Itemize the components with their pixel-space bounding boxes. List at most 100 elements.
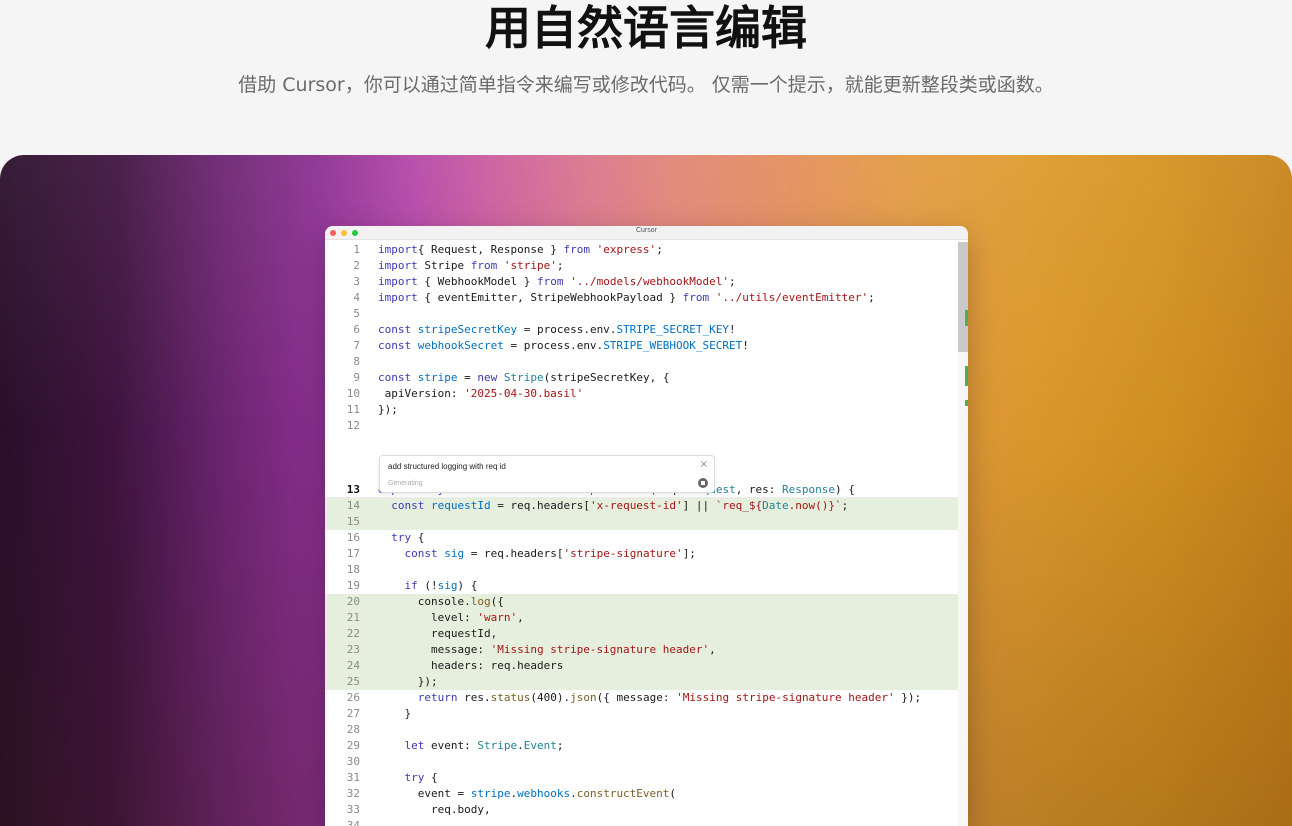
line-number: 32 [346, 787, 360, 800]
code-token: console. [378, 595, 471, 608]
code-line[interactable]: 27 } [325, 706, 968, 722]
code-token: ] || [682, 499, 716, 512]
code-token: ; [868, 291, 875, 304]
line-number: 21 [346, 611, 360, 624]
line-number: 26 [346, 691, 360, 704]
code-line[interactable]: 16 try { [325, 530, 968, 546]
stop-icon[interactable] [698, 478, 708, 488]
code-line[interactable]: 21 level: 'warn', [325, 610, 968, 626]
code-line[interactable]: 30 [325, 754, 968, 770]
code-text: level: 'warn', [378, 610, 524, 626]
code-token: = req.headers[ [490, 499, 590, 512]
line-number: 16 [346, 531, 360, 544]
code-line[interactable]: 22 requestId, [325, 626, 968, 642]
editor-window: Cursor 34 33 req.body, 32 event = stripe.w… [325, 226, 968, 826]
code-line[interactable]: 3 import { WebhookModel } from '../models… [325, 274, 968, 290]
code-token: ) { [457, 579, 478, 592]
line-number: 12 [346, 419, 360, 432]
code-text: const stripe = new Stripe(stripeSecretKe… [378, 370, 669, 386]
scrollbar-thumb[interactable] [958, 242, 968, 352]
code-token: apiVersion: [378, 387, 465, 400]
code-token: '../models/webhookModel' [563, 275, 730, 288]
code-text: const sig = req.headers['stripe-signatur… [378, 546, 696, 562]
code-text: req.body, [378, 802, 491, 818]
code-line[interactable]: 8 [325, 354, 968, 370]
code-line[interactable]: 24 headers: req.headers [325, 658, 968, 674]
line-number: 14 [346, 499, 360, 512]
code-token: } [378, 707, 412, 720]
code-line[interactable]: 1 import{ Request, Response } from 'expre… [325, 242, 968, 258]
code-token: { eventEmitter, StripeWebhookPayload } [417, 291, 683, 304]
code-line[interactable]: 4 import { eventEmitter, StripeWebhookPay… [325, 290, 968, 306]
code-text: }); [378, 402, 398, 418]
code-token: json [570, 691, 597, 704]
code-line[interactable]: 20 console.log({ [325, 594, 968, 610]
code-token: STRIPE_WEBHOOK_SECRET [603, 339, 743, 352]
code-token: . [517, 739, 524, 752]
code-line[interactable]: 11}); [325, 402, 968, 418]
code-line[interactable]: 17 const sig = req.headers['stripe-signa… [325, 546, 968, 562]
code-token: }); [378, 403, 398, 416]
line-number: 4 [353, 291, 360, 304]
vertical-scrollbar[interactable] [958, 242, 968, 826]
code-token: ; [556, 259, 564, 272]
code-token: , res: [735, 483, 783, 496]
code-token: (400). [530, 691, 571, 704]
line-number: 28 [346, 723, 360, 736]
inline-edit-prompt[interactable]: add structured logging with req id Gener… [379, 455, 715, 493]
code-line[interactable]: 2 import Stripe from 'stripe'; [325, 258, 968, 274]
code-token: 'Missing stripe-signature header' [490, 643, 710, 656]
line-number: 13 [346, 483, 360, 496]
code-line[interactable]: 28 [325, 722, 968, 738]
code-text: headers: req.headers [378, 658, 563, 674]
line-number: 17 [346, 547, 360, 560]
code-token: const [404, 547, 438, 560]
code-line[interactable]: 5 [325, 306, 968, 322]
code-token: 'stripe-signature' [563, 547, 683, 560]
code-token: `req_${ [715, 499, 763, 512]
code-line[interactable]: 15 [325, 514, 968, 530]
code-token: status [490, 691, 531, 704]
code-line[interactable]: 18 [325, 562, 968, 578]
code-token: res. [457, 691, 491, 704]
close-icon[interactable]: × [700, 459, 708, 470]
code-line[interactable]: 31 try { [325, 770, 968, 786]
code-line[interactable]: 32 event = stripe.webhooks.constructEven… [325, 786, 968, 802]
code-line[interactable]: 9 const stripe = new Stripe(stripeSecretK… [325, 370, 968, 386]
code-text: message: 'Missing stripe-signature heade… [378, 642, 716, 658]
code-token: ! [742, 339, 749, 352]
code-line[interactable]: 6 const stripeSecretKey = process.env.STR… [325, 322, 968, 338]
code-text: let event: Stripe.Event; [378, 738, 564, 754]
code-line[interactable]: 34 [325, 818, 968, 826]
line-number: 10 [346, 387, 360, 400]
code-line[interactable]: 10 apiVersion: '2025-04-30.basil' [325, 386, 968, 402]
prompt-input[interactable]: add structured logging with req id [388, 462, 506, 471]
code-line[interactable]: 29 let event: Stripe.Event; [325, 738, 968, 754]
code-token: STRIPE_SECRET_KEY [616, 323, 730, 336]
code-line[interactable]: 23 message: 'Missing stripe-signature he… [325, 642, 968, 658]
minimap-change-marker [965, 400, 968, 406]
code-editor[interactable]: 34 33 req.body, 32 event = stripe.webhooks… [325, 242, 968, 826]
code-token: from [470, 259, 498, 272]
code-token: '2025-04-30.basil' [464, 387, 584, 400]
code-token: ({ [490, 595, 504, 608]
code-line[interactable]: 26 return res.status(400).json({ message… [325, 690, 968, 706]
code-line[interactable]: 7 const webhookSecret = process.env.STRIP… [325, 338, 968, 354]
code-token: { Request, Response } [417, 243, 564, 256]
code-token: , [709, 643, 716, 656]
code-token: stripe [470, 787, 511, 800]
code-token: import [378, 243, 418, 256]
code-line[interactable]: 33 req.body, [325, 802, 968, 818]
code-line[interactable]: 25 }); [325, 674, 968, 690]
code-line[interactable]: 12 [325, 418, 968, 434]
code-text: apiVersion: '2025-04-30.basil' [378, 386, 584, 402]
code-line[interactable]: 19 if (!sig) { [325, 578, 968, 594]
code-token: const [378, 371, 412, 384]
code-line[interactable]: 14 const requestId = req.headers['x-requ… [325, 498, 968, 514]
code-token: const [378, 323, 412, 336]
code-token: event: [424, 739, 478, 752]
